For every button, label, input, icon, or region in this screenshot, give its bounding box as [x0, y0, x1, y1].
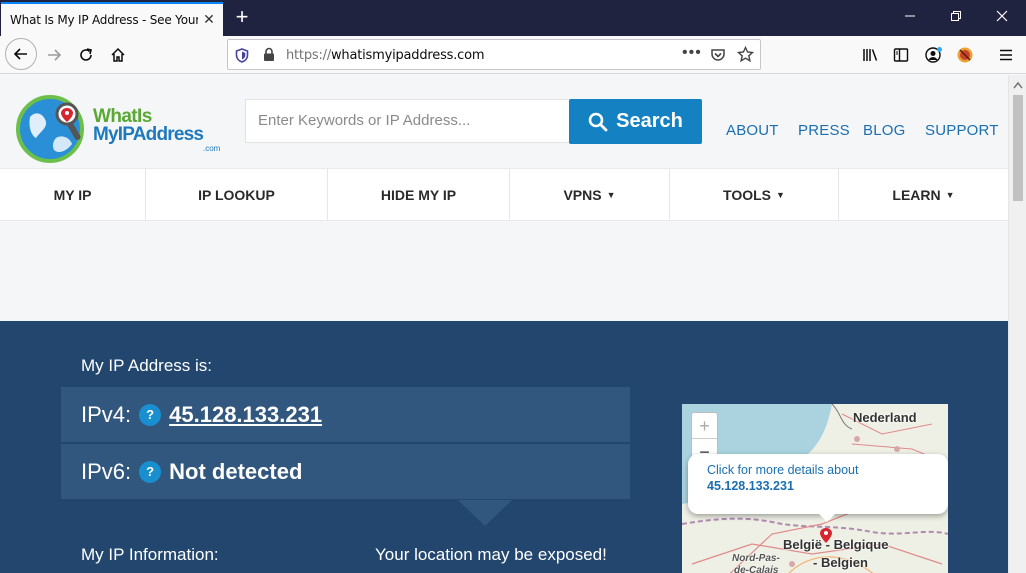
ad-space [0, 221, 1008, 321]
new-tab-icon[interactable]: + [232, 6, 252, 28]
top-link-press[interactable]: PRESS [798, 122, 850, 139]
ipv6-row: IPv6: ? Not detected [61, 444, 630, 499]
ipv4-label: IPv4: [81, 401, 132, 427]
reload-button[interactable] [71, 40, 101, 70]
sidebar-icon[interactable] [893, 47, 909, 63]
padlock-icon[interactable] [263, 47, 275, 62]
forward-button[interactable] [39, 40, 69, 70]
caret-down-icon: ▼ [606, 190, 616, 200]
ipv6-label: IPv6: [81, 458, 132, 484]
nav-item-ip-lookup[interactable]: IP LOOKUP [146, 169, 328, 221]
close-window-icon[interactable] [990, 6, 1014, 28]
help-icon[interactable]: ? [139, 460, 162, 483]
ip-hero-section: My IP Address is: IPv4: ? 45.128.133.231… [0, 321, 1008, 573]
map-label-belgien: - Belgien [813, 555, 868, 570]
search-icon [588, 112, 608, 131]
map-label-nederland: Nederland [853, 410, 917, 425]
search-button[interactable]: Search [569, 99, 702, 144]
nav-item-vpns[interactable]: VPNS ▼ [510, 169, 670, 221]
top-link-blog[interactable]: BLOG [863, 122, 905, 139]
bookmark-star-icon[interactable] [737, 46, 754, 63]
minimize-icon[interactable] [898, 6, 922, 28]
home-button[interactable] [103, 40, 133, 70]
extension-icon[interactable] [956, 46, 974, 64]
active-tab[interactable]: What Is My IP Address - See Your Pu ✕ [1, 2, 223, 36]
account-icon[interactable] [925, 46, 943, 64]
map-popup[interactable]: Click for more details about 45.128.133.… [688, 454, 948, 522]
reload-icon [80, 48, 92, 61]
home-icon [111, 47, 125, 62]
tab-bar: What Is My IP Address - See Your Pu ✕ + [0, 0, 1026, 36]
map-label-belgium: België - Belgique [783, 537, 889, 552]
logo-text-line3: .com [203, 144, 221, 153]
browser-window: What Is My IP Address - See Your Pu ✕ + [0, 0, 1026, 573]
top-link-about[interactable]: ABOUT [726, 122, 779, 139]
scrollbar-thumb[interactable] [1013, 95, 1023, 201]
caret-down-icon: ▼ [776, 190, 785, 200]
zoom-in-button[interactable]: + [692, 413, 717, 439]
location-map[interactable]: Nederland België - Belgique - Belgien No… [682, 404, 948, 573]
ip-info-label: My IP Information: [81, 545, 219, 564]
map-popup-ip[interactable]: 45.128.133.231 [707, 479, 948, 493]
caret-down-icon: ▼ [945, 190, 955, 200]
callout-pointer [458, 500, 512, 526]
tab-title: What Is My IP Address - See Your Pu [10, 13, 198, 27]
map-label-calais: de-Calais [734, 565, 779, 573]
logo-text-line2: MyIPAddress [93, 124, 204, 145]
map-popup-text[interactable]: Click for more details about [707, 463, 948, 477]
forward-arrow-icon [48, 49, 62, 61]
url-text[interactable]: https://whatismyipaddress.com [286, 48, 485, 63]
top-link-support[interactable]: SUPPORT [925, 122, 999, 139]
map-popup-tip [817, 512, 837, 522]
nav-item-hide-my-ip[interactable]: HIDE MY IP [328, 169, 510, 221]
nav-toolbar: https://whatismyipaddress.com ••• [0, 36, 1026, 74]
pocket-icon[interactable] [710, 47, 726, 63]
search-input[interactable]: Enter Keywords or IP Address... [245, 99, 571, 143]
library-icon[interactable] [862, 47, 879, 63]
tracking-protection-shield-icon[interactable] [235, 48, 249, 63]
vertical-scrollbar[interactable] [1008, 75, 1026, 573]
tab-close-icon[interactable]: ✕ [201, 11, 217, 27]
search-button-label: Search [616, 110, 683, 132]
globe-logo-icon [16, 95, 84, 163]
exposure-warning: Your location may be exposed! [375, 545, 607, 564]
ipv4-row: IPv4: ? 45.128.133.231 [61, 387, 630, 442]
back-arrow-icon [13, 48, 27, 60]
nav-item-tools[interactable]: TOOLS ▼ [670, 169, 839, 221]
nav-item-my-ip[interactable]: MY IP [0, 169, 146, 221]
map-label-nord-pas: Nord-Pas- [732, 553, 780, 564]
site-logo[interactable]: WhatIs MyIPAddress .com [16, 92, 226, 163]
site-header: WhatIs MyIPAddress .com Enter Keywords o… [0, 75, 1008, 168]
ipv6-value: Not detected [169, 458, 303, 484]
page-actions-menu-icon[interactable]: ••• [682, 44, 702, 62]
ip-heading: My IP Address is: [81, 356, 213, 375]
restore-icon[interactable] [944, 6, 968, 28]
page-content: WhatIs MyIPAddress .com Enter Keywords o… [0, 75, 1008, 573]
back-button[interactable] [5, 38, 37, 70]
help-icon[interactable]: ? [139, 403, 162, 426]
ipv4-value[interactable]: 45.128.133.231 [169, 402, 322, 428]
main-nav: MY IP IP LOOKUP HIDE MY IP VPNS ▼ TOOLS ▼ … [0, 168, 1008, 221]
hamburger-menu-icon[interactable] [998, 47, 1014, 63]
url-bar[interactable]: https://whatismyipaddress.com ••• [227, 39, 761, 70]
scroll-up-icon[interactable] [1013, 81, 1023, 89]
nav-item-learn[interactable]: LEARN ▼ [839, 169, 1008, 221]
